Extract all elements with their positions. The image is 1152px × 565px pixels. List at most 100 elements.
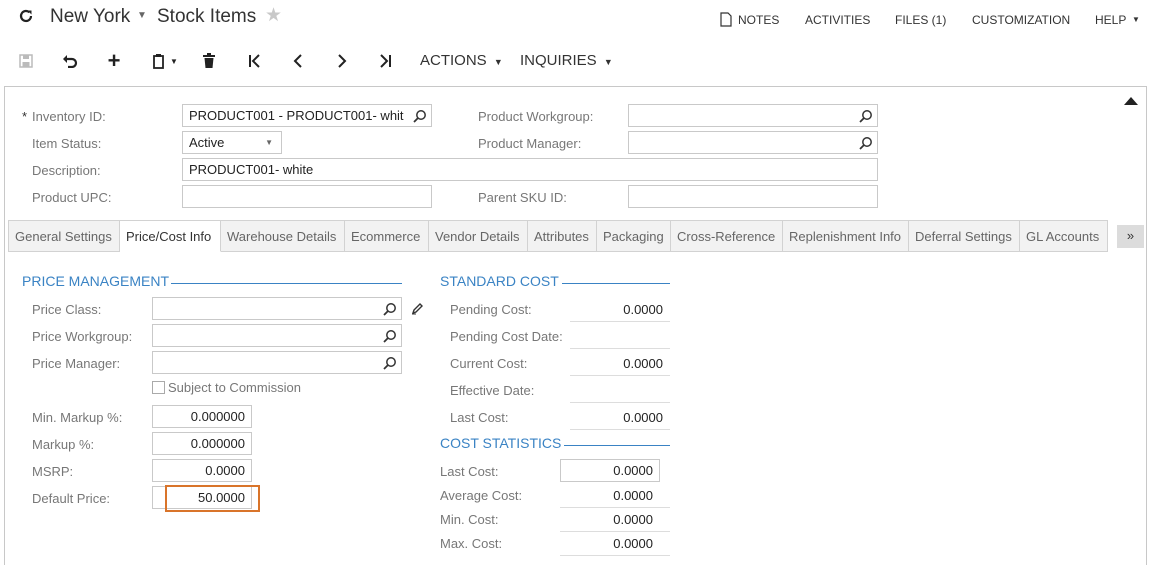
collapse-icon[interactable] xyxy=(1124,93,1138,108)
add-icon[interactable]: + xyxy=(104,48,124,74)
last-record-icon[interactable] xyxy=(376,48,396,74)
product-upc-field[interactable] xyxy=(182,185,432,208)
effective-date-label: Effective Date: xyxy=(450,383,535,398)
subject-to-commission-checkbox[interactable] xyxy=(152,381,165,394)
inquiries-menu[interactable]: INQUIRIES ▼ xyxy=(520,48,613,74)
current-cost-value: 0.0000 xyxy=(623,356,663,371)
tab-cross-reference[interactable]: Cross-Reference xyxy=(671,220,783,252)
tab-general-settings[interactable]: General Settings xyxy=(8,220,120,252)
notes-icon[interactable] xyxy=(720,12,732,30)
tab-attributes[interactable]: Attributes xyxy=(528,220,597,252)
more-tabs-icon[interactable]: » xyxy=(1117,225,1144,248)
product-workgroup-field[interactable] xyxy=(628,104,878,127)
search-icon[interactable] xyxy=(383,328,397,343)
previous-record-icon[interactable] xyxy=(288,48,308,74)
subject-to-commission-label[interactable]: Subject to Commission xyxy=(168,380,301,395)
divider xyxy=(570,321,670,322)
stats-last-cost-label: Last Cost: xyxy=(440,464,499,479)
search-icon[interactable] xyxy=(383,301,397,316)
inventory-id-value: PRODUCT001 - PRODUCT001- whit xyxy=(189,108,404,123)
price-manager-field[interactable] xyxy=(152,351,402,374)
divider xyxy=(560,555,670,556)
activities-link[interactable]: ACTIVITIES xyxy=(805,13,870,27)
chevron-down-icon: ▼ xyxy=(603,57,613,67)
price-management-title: PRICE MANAGEMENT xyxy=(22,273,170,289)
search-icon[interactable] xyxy=(859,135,873,150)
chevron-down-icon[interactable]: ▼ xyxy=(137,10,147,21)
markup-value: 0.000000 xyxy=(190,436,245,451)
standard-last-cost-label: Last Cost: xyxy=(450,410,509,425)
tab-warehouse-details[interactable]: Warehouse Details xyxy=(221,220,345,252)
help-link[interactable]: HELP xyxy=(1095,13,1126,27)
page-title: Stock Items xyxy=(157,6,257,27)
max-cost-label: Max. Cost: xyxy=(440,536,503,551)
min-markup-value: 0.000000 xyxy=(190,409,245,424)
min-cost-label: Min. Cost: xyxy=(440,512,499,527)
tab-price-cost-info[interactable]: Price/Cost Info xyxy=(120,220,221,252)
standard-cost-title: STANDARD COST xyxy=(440,273,559,289)
search-icon[interactable] xyxy=(859,108,873,123)
notes-link[interactable]: NOTES xyxy=(738,13,779,27)
tab-gl-accounts[interactable]: GL Accounts xyxy=(1020,220,1108,252)
tab-packaging[interactable]: Packaging xyxy=(597,220,671,252)
markup-field[interactable]: 0.000000 xyxy=(152,432,252,455)
product-manager-field[interactable] xyxy=(628,131,878,154)
description-value: PRODUCT001- white xyxy=(189,162,314,177)
actions-menu[interactable]: ACTIONS ▼ xyxy=(420,48,503,74)
company-name[interactable]: New York xyxy=(50,6,130,28)
files-link[interactable]: FILES (1) xyxy=(895,13,946,27)
section-divider xyxy=(562,283,670,284)
min-cost-value: 0.0000 xyxy=(613,512,653,527)
highlight-box xyxy=(165,485,260,512)
search-icon[interactable] xyxy=(413,108,427,123)
tab-bar: General Settings Price/Cost Info Warehou… xyxy=(8,220,1108,252)
divider xyxy=(570,429,670,430)
undo-icon[interactable] xyxy=(60,48,80,74)
save-icon[interactable] xyxy=(16,48,36,74)
section-divider xyxy=(564,445,670,446)
tab-deferral-settings[interactable]: Deferral Settings xyxy=(909,220,1020,252)
search-icon[interactable] xyxy=(383,355,397,370)
description-label: Description: xyxy=(32,163,101,178)
divider xyxy=(570,375,670,376)
first-record-icon[interactable] xyxy=(244,48,264,74)
inventory-id-field[interactable]: PRODUCT001 - PRODUCT001- whit xyxy=(182,104,432,127)
markup-label: Markup %: xyxy=(32,437,95,452)
msrp-label: MSRP: xyxy=(32,464,74,479)
description-field[interactable]: PRODUCT001- white xyxy=(182,158,878,181)
divider xyxy=(570,402,670,403)
parent-sku-field[interactable] xyxy=(628,185,878,208)
item-status-value: Active xyxy=(189,135,225,150)
pending-cost-value: 0.0000 xyxy=(623,302,663,317)
inquiries-label: INQUIRIES xyxy=(520,52,597,69)
min-markup-field[interactable]: 0.000000 xyxy=(152,405,252,428)
max-cost-value: 0.0000 xyxy=(613,536,653,551)
tab-replenishment-info[interactable]: Replenishment Info xyxy=(783,220,909,252)
refresh-icon[interactable] xyxy=(18,8,34,24)
stats-last-cost-field[interactable]: 0.0000 xyxy=(560,459,660,482)
divider xyxy=(560,531,670,532)
chevron-down-icon: ▼ xyxy=(265,138,273,147)
price-workgroup-field[interactable] xyxy=(152,324,402,347)
edit-pencil-icon[interactable] xyxy=(411,302,424,318)
delete-icon[interactable] xyxy=(200,48,218,74)
standard-last-cost-value: 0.0000 xyxy=(623,410,663,425)
price-manager-label: Price Manager: xyxy=(32,356,121,371)
next-record-icon[interactable] xyxy=(332,48,352,74)
price-class-field[interactable] xyxy=(152,297,402,320)
chevron-down-icon: ▼ xyxy=(493,57,503,67)
msrp-value: 0.0000 xyxy=(205,463,245,478)
tab-ecommerce[interactable]: Ecommerce xyxy=(345,220,429,252)
paste-icon[interactable]: ▼ xyxy=(148,48,182,74)
default-price-label: Default Price: xyxy=(32,491,111,506)
tab-vendor-details[interactable]: Vendor Details xyxy=(429,220,528,252)
item-status-label: Item Status: xyxy=(32,136,102,151)
pending-cost-label: Pending Cost: xyxy=(450,302,532,317)
star-icon[interactable]: ★ xyxy=(265,4,282,27)
current-cost-label: Current Cost: xyxy=(450,356,528,371)
customization-link[interactable]: CUSTOMIZATION xyxy=(972,13,1070,27)
divider xyxy=(570,348,670,349)
item-status-select[interactable]: Active ▼ xyxy=(182,131,282,154)
actions-label: ACTIONS xyxy=(420,52,487,69)
msrp-field[interactable]: 0.0000 xyxy=(152,459,252,482)
